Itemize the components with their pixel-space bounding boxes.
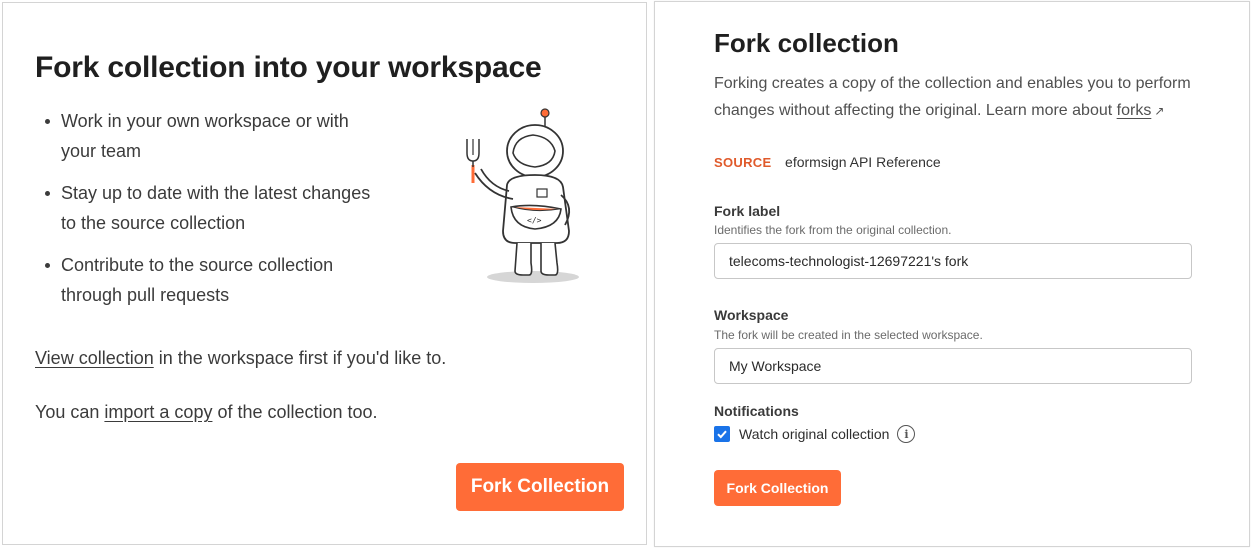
import-suffix-text: of the collection too. xyxy=(212,402,378,422)
form-description: Forking creates a copy of the collection… xyxy=(714,70,1244,125)
external-link-icon: ↗ xyxy=(1154,104,1165,118)
view-collection-text: in the workspace first if you'd like to. xyxy=(153,348,447,368)
check-icon xyxy=(717,430,727,439)
astronaut-illustration: </> xyxy=(466,108,579,283)
source-collection-name: eformsign API Reference xyxy=(785,154,941,170)
intro-title: Fork collection into your workspace xyxy=(35,51,542,84)
info-icon[interactable]: i xyxy=(897,425,916,443)
fork-collection-submit-button[interactable]: Fork Collection xyxy=(714,470,841,506)
view-collection-line: View collection in the workspace first i… xyxy=(35,348,446,369)
fork-label-input[interactable]: telecoms-technologist-12697221's fork xyxy=(714,243,1192,279)
watch-collection-row: Watch original collection i xyxy=(714,425,916,443)
fork-collection-button[interactable]: Fork Collection xyxy=(456,463,624,511)
source-label: SOURCE xyxy=(714,155,772,170)
form-title: Fork collection xyxy=(714,28,899,58)
workspace-title: Workspace xyxy=(714,307,789,323)
import-copy-line: You can import a copy of the collection … xyxy=(35,402,378,423)
benefit-item: Contribute to the source collection thro… xyxy=(41,250,381,310)
svg-text:</>: </> xyxy=(527,216,542,225)
fork-label-help: Identifies the fork from the original co… xyxy=(714,223,952,237)
watch-collection-label: Watch original collection xyxy=(739,426,890,442)
benefit-item: Stay up to date with the latest changes … xyxy=(41,178,381,238)
benefit-item: Work in your own workspace or with your … xyxy=(41,106,381,166)
import-copy-link[interactable]: import a copy xyxy=(104,402,212,422)
watch-collection-checkbox[interactable] xyxy=(714,426,730,442)
source-row: SOURCE eformsign API Reference xyxy=(714,154,941,170)
view-collection-link[interactable]: View collection xyxy=(35,348,154,368)
benefits-list: Work in your own workspace or with your … xyxy=(41,106,381,322)
forks-learn-more-link[interactable]: forks xyxy=(1117,102,1152,119)
fork-collection-form: Fork collection Forking creates a copy o… xyxy=(654,1,1250,547)
fork-label-title: Fork label xyxy=(714,203,781,219)
workspace-help: The fork will be created in the selected… xyxy=(714,328,983,342)
notifications-title: Notifications xyxy=(714,403,799,419)
workspace-select[interactable]: My Workspace xyxy=(714,348,1192,384)
fork-intro-panel: Fork collection into your workspace Work… xyxy=(2,2,647,545)
import-prefix-text: You can xyxy=(35,402,105,422)
